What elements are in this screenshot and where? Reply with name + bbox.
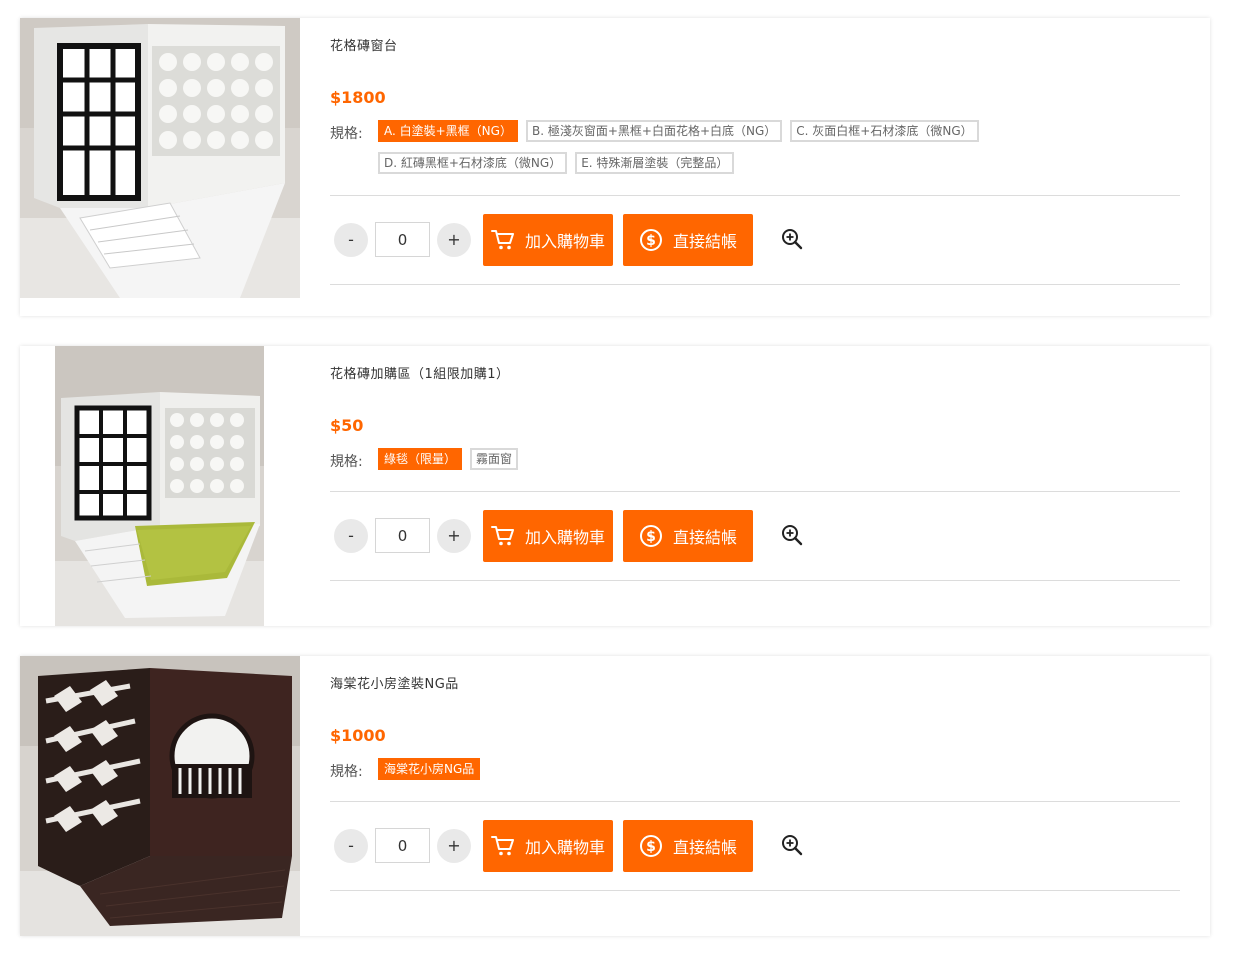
checkout-label: 直接結帳	[672, 232, 737, 251]
zoom-in-icon[interactable]	[781, 524, 803, 546]
cart-icon	[490, 836, 514, 856]
spec-options: 綠毯（限量） 霧面窗	[378, 448, 1180, 480]
product-image[interactable]	[20, 18, 300, 298]
spec-options: 海棠花小房NG品	[378, 758, 1180, 790]
checkout-label: 直接結帳	[672, 528, 737, 547]
spec-option[interactable]: E. 特殊漸層塗裝（完整品）	[575, 152, 735, 174]
purchase-actions: - + 加入購物車 $ 直接結帳	[330, 820, 1180, 872]
svg-text:$: $	[646, 839, 656, 855]
add-to-cart-label: 加入購物車	[524, 232, 605, 251]
checkout-button[interactable]: $ 直接結帳	[623, 820, 753, 872]
increase-quantity-button[interactable]: +	[437, 223, 471, 257]
product-name: 花格磚加購區（1組限加購1）	[330, 367, 510, 382]
product-image[interactable]	[20, 656, 300, 936]
product-price: $1000	[330, 726, 386, 745]
product-name: 花格磚窗台	[330, 39, 398, 54]
product-price: $50	[330, 416, 364, 435]
decrease-quantity-button[interactable]: -	[334, 223, 368, 257]
divider	[330, 491, 1180, 492]
add-to-cart-button[interactable]: 加入購物車	[483, 214, 613, 266]
checkout-button[interactable]: $ 直接結帳	[623, 214, 753, 266]
product-card: 花格磚窗台 $1800 規格: A. 白塗裝+黑框（NG） B. 極淺灰窗面+黑框…	[20, 18, 1210, 316]
spec-option[interactable]: 綠毯（限量）	[378, 448, 463, 470]
add-to-cart-button[interactable]: 加入購物車	[483, 510, 613, 562]
checkout-button[interactable]: $ 直接結帳	[623, 510, 753, 562]
quantity-input[interactable]	[375, 828, 430, 863]
decrease-quantity-button[interactable]: -	[334, 829, 368, 863]
divider	[330, 195, 1180, 196]
spec-options: A. 白塗裝+黑框（NG） B. 極淺灰窗面+黑框+白面花格+白底（NG） C. 灰…	[378, 120, 1180, 184]
add-to-cart-button[interactable]: 加入購物車	[483, 820, 613, 872]
spec-option[interactable]: 霧面窗	[470, 448, 519, 470]
cart-icon	[490, 526, 514, 546]
divider	[330, 890, 1180, 891]
zoom-in-icon[interactable]	[781, 834, 803, 856]
increase-quantity-button[interactable]: +	[437, 829, 471, 863]
increase-quantity-button[interactable]: +	[437, 519, 471, 553]
add-to-cart-label: 加入購物車	[524, 528, 605, 547]
divider	[330, 284, 1180, 285]
dollar-circle-icon: $	[639, 525, 662, 547]
add-to-cart-label: 加入購物車	[524, 838, 605, 857]
quantity-input[interactable]	[375, 518, 430, 553]
product-info: 花格磚加購區（1組限加購1） $50 規格: 綠毯（限量） 霧面窗 - + 加入購…	[330, 346, 1180, 626]
purchase-actions: - + 加入購物車 $ 直接結帳	[330, 214, 1180, 266]
product-card: 花格磚加購區（1組限加購1） $50 規格: 綠毯（限量） 霧面窗 - + 加入購…	[20, 346, 1210, 626]
spec-label: 規格:	[330, 764, 363, 780]
product-info: 花格磚窗台 $1800 規格: A. 白塗裝+黑框（NG） B. 極淺灰窗面+黑框…	[330, 18, 1180, 316]
quantity-input[interactable]	[375, 222, 430, 257]
product-card: 海棠花小房塗裝NG品 $1000 規格: 海棠花小房NG品 - + 加入購物車 …	[20, 656, 1210, 936]
cart-icon	[490, 230, 514, 250]
divider	[330, 580, 1180, 581]
decrease-quantity-button[interactable]: -	[334, 519, 368, 553]
product-info: 海棠花小房塗裝NG品 $1000 規格: 海棠花小房NG品 - + 加入購物車 …	[330, 656, 1180, 936]
zoom-in-icon[interactable]	[781, 228, 803, 250]
spec-option[interactable]: D. 紅磚黑框+石材漆底（微NG）	[378, 152, 568, 174]
svg-text:$: $	[646, 233, 656, 249]
dollar-circle-icon: $	[639, 835, 662, 857]
spec-label: 規格:	[330, 454, 363, 470]
checkout-label: 直接結帳	[672, 838, 737, 857]
spec-option[interactable]: 海棠花小房NG品	[378, 758, 481, 780]
spec-option[interactable]: C. 灰面白框+石材漆底（微NG）	[790, 120, 979, 142]
divider	[330, 801, 1180, 802]
product-image[interactable]	[55, 346, 264, 626]
product-price: $1800	[330, 88, 386, 107]
spec-option[interactable]: A. 白塗裝+黑框（NG）	[378, 120, 518, 142]
dollar-circle-icon: $	[639, 229, 662, 251]
spec-option[interactable]: B. 極淺灰窗面+黑框+白面花格+白底（NG）	[525, 120, 783, 142]
purchase-actions: - + 加入購物車 $ 直接結帳	[330, 510, 1180, 562]
spec-label: 規格:	[330, 126, 363, 142]
svg-text:$: $	[646, 529, 656, 545]
product-name: 海棠花小房塗裝NG品	[330, 677, 459, 692]
